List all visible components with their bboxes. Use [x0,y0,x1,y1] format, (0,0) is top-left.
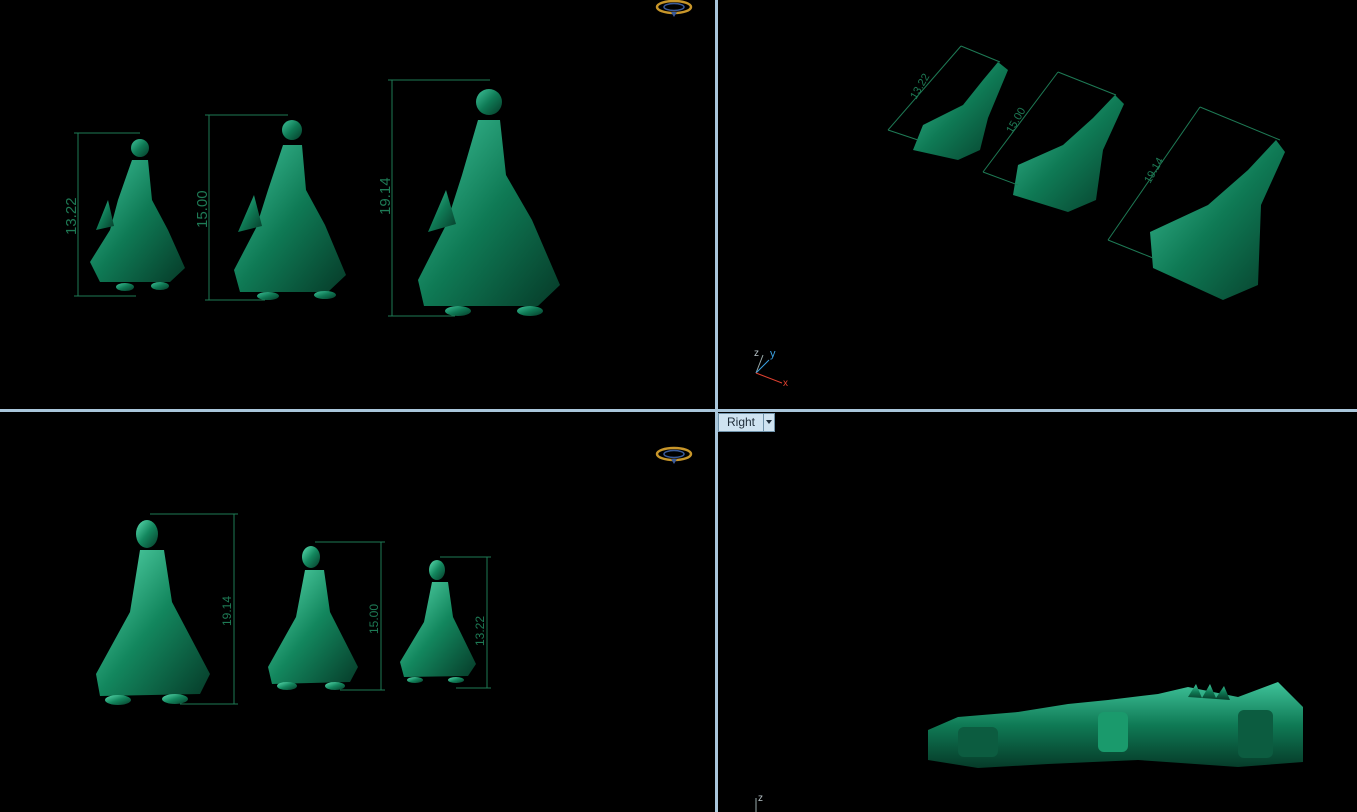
front-view-canvas: 13.22 15.00 19.14 [63,79,560,317]
viewport-divider-horizontal[interactable] [0,409,1357,412]
model-side-profile[interactable] [928,682,1303,768]
dancer-figure-medium[interactable] [1013,95,1124,212]
axis-x-label: x [783,378,788,389]
dimension-label: 19.14 [220,596,234,626]
dancer-figure-small[interactable] [90,139,185,291]
chevron-down-icon[interactable] [763,414,774,431]
viewport-back[interactable]: 19.14 15.00 13.22 [0,412,715,812]
dimension-label: 15.00 [367,604,381,634]
axis-indicator: z [755,793,763,812]
dancer-figure-small[interactable] [400,560,476,683]
back-view-canvas: 19.14 15.00 13.22 [96,513,491,705]
axis-indicator: z y x [754,348,788,389]
dimension-label: 15.00 [1004,106,1028,136]
viewport-right[interactable]: z [718,412,1357,812]
dancer-figure-medium[interactable] [268,546,358,690]
viewport-title-tab-right[interactable]: Right [718,413,776,432]
dancer-figure-medium[interactable] [234,120,346,300]
dimension-label: 19.14 [1142,156,1166,186]
dancer-figure-large[interactable] [1150,140,1285,300]
axis-z-label: z [758,793,763,804]
viewport-title-label[interactable]: Right [719,414,763,431]
navigation-ring-icon[interactable] [655,0,693,18]
dimension-label: 13.22 [63,197,80,235]
dimension-label: 13.22 [473,616,487,646]
axis-y-label: y [770,348,776,360]
dimension-label: 19.14 [377,177,394,215]
viewport-front[interactable]: 13.22 15.00 19.14 [0,0,715,409]
axis-z-label: z [754,348,759,359]
dimension-label: 13.22 [908,72,932,102]
viewport-perspective[interactable]: 13.22 15.00 19.14 z y x [718,0,1357,409]
perspective-view-canvas: 13.22 15.00 19.14 z y x [754,45,1285,389]
dimension-label: 15.00 [194,190,211,228]
dancer-figure-large[interactable] [418,89,560,316]
navigation-ring-icon[interactable] [655,445,693,465]
viewport-divider-vertical[interactable] [715,0,718,812]
dancer-figure-large[interactable] [96,520,210,705]
right-view-canvas: z [755,682,1303,812]
